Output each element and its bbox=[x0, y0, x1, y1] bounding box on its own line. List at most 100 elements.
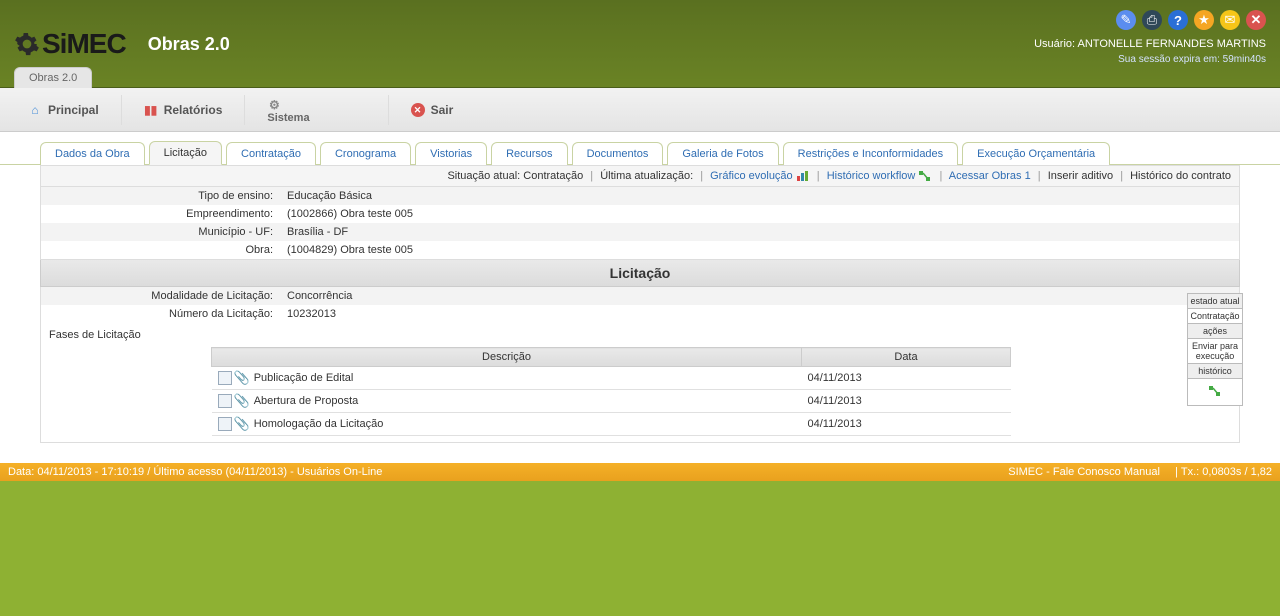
workflow-icon bbox=[918, 170, 932, 182]
footer-left: Data: 04/11/2013 - 17:10:19 / Último ace… bbox=[8, 466, 382, 478]
document-icon[interactable] bbox=[218, 417, 232, 431]
header-toolbar: ✎ ⎙ ? ★ ✉ ✕ bbox=[1034, 10, 1266, 30]
status-bar: Situação atual: Contratação | Última atu… bbox=[40, 165, 1240, 187]
tab-dados-da-obra[interactable]: Dados da Obra bbox=[40, 142, 145, 165]
user-name: ANTONELLE FERNANDES MARTINS bbox=[1078, 38, 1266, 50]
attachment-icon[interactable]: 📎 bbox=[234, 370, 250, 385]
side-estado-value: Contratação bbox=[1187, 308, 1243, 323]
side-estado-header: estado atual bbox=[1187, 293, 1243, 308]
table-row: 📎 Abertura de Proposta 04/11/2013 bbox=[212, 390, 1011, 413]
tab-documentos[interactable]: Documentos bbox=[572, 142, 664, 165]
logo-text: SiMEC bbox=[42, 28, 126, 60]
menu-principal[interactable]: ⌂ Principal bbox=[10, 88, 117, 131]
tab-execu-o-or-ament-ria[interactable]: Execução Orçamentária bbox=[962, 142, 1110, 165]
fases-table: Descrição Data 📎 Publicação de Edital 04/1… bbox=[211, 347, 1011, 436]
gear-icon bbox=[14, 31, 40, 57]
attachment-icon[interactable]: 📎 bbox=[234, 416, 250, 431]
workflow-small-icon bbox=[1208, 385, 1222, 397]
empreendimento-value: (1002866) Obra teste 005 bbox=[281, 205, 1239, 223]
footer-fale-link[interactable]: Fale Conosco bbox=[1053, 466, 1121, 478]
empreendimento-label: Empreendimento: bbox=[41, 205, 281, 223]
table-row: 📎 Publicação de Edital 04/11/2013 bbox=[212, 367, 1011, 390]
fase-data: 04/11/2013 bbox=[802, 367, 1011, 390]
numero-label: Número da Licitação: bbox=[41, 305, 281, 323]
col-descricao: Descrição bbox=[212, 348, 802, 367]
tab-recursos[interactable]: Recursos bbox=[491, 142, 567, 165]
footer-right: SIMEC - Fale Conosco Manual | Tx.: 0,080… bbox=[1008, 466, 1272, 478]
fase-descricao: 📎 Homologação da Licitação bbox=[212, 413, 802, 436]
section-title: Licitação bbox=[40, 260, 1240, 287]
side-acoes-header: ações bbox=[1187, 323, 1243, 338]
bar-chart-icon bbox=[796, 170, 810, 182]
tab-galeria-de-fotos[interactable]: Galeria de Fotos bbox=[667, 142, 778, 165]
print-icon[interactable]: ⎙ bbox=[1142, 10, 1162, 30]
fase-text: Homologação da Licitação bbox=[254, 418, 384, 430]
document-icon[interactable] bbox=[218, 394, 232, 408]
menu-sistema[interactable]: ⚙ Sistema bbox=[249, 88, 327, 131]
modalidade-label: Modalidade de Licitação: bbox=[41, 287, 281, 305]
inner-tabs: Dados da ObraLicitaçãoContrataçãoCronogr… bbox=[0, 140, 1280, 165]
fase-text: Abertura de Proposta bbox=[254, 395, 359, 407]
grafico-evolucao-link[interactable]: Gráfico evolução bbox=[710, 170, 793, 182]
menu-principal-label: Principal bbox=[48, 103, 99, 117]
situacao-label: Situação atual: bbox=[447, 170, 520, 182]
fase-data: 04/11/2013 bbox=[802, 390, 1011, 413]
tab-vistorias[interactable]: Vistorias bbox=[415, 142, 487, 165]
fase-text: Publicação de Edital bbox=[254, 372, 354, 384]
numero-value: 10232013 bbox=[281, 305, 1239, 323]
modalidade-value: Concorrência bbox=[281, 287, 1239, 305]
chart-icon: ▮▮ bbox=[144, 103, 158, 117]
workflow-panel: estado atual Contratação ações Enviar pa… bbox=[1187, 293, 1243, 406]
help-icon[interactable]: ? bbox=[1168, 10, 1188, 30]
municipio-value: Brasília - DF bbox=[281, 223, 1239, 241]
inserir-aditivo[interactable]: Inserir aditivo bbox=[1048, 170, 1113, 182]
user-prefix: Usuário: bbox=[1034, 38, 1075, 50]
breadcrumb-tab[interactable]: Obras 2.0 bbox=[14, 67, 92, 88]
tab-restri-es-e-inconformidades[interactable]: Restrições e Inconformidades bbox=[783, 142, 959, 165]
obra-info: Tipo de ensino: Educação Básica Empreend… bbox=[40, 187, 1240, 260]
historico-contrato[interactable]: Histórico do contrato bbox=[1130, 170, 1231, 182]
menu-sistema-label: Sistema bbox=[267, 112, 309, 125]
side-enviar-button[interactable]: Enviar para execução bbox=[1187, 338, 1243, 363]
tipo-ensino-value: Educação Básica bbox=[281, 187, 1239, 205]
user-info: Usuário: ANTONELLE FERNANDES MARTINS bbox=[1034, 38, 1266, 50]
favorite-icon[interactable]: ★ bbox=[1194, 10, 1214, 30]
footer-manual-link[interactable]: Manual bbox=[1124, 466, 1160, 478]
ultima-atualizacao-label: Última atualização: bbox=[600, 170, 693, 182]
situacao-value: Contratação bbox=[523, 170, 583, 182]
acessar-obras-link[interactable]: Acessar Obras 1 bbox=[949, 170, 1031, 182]
home-icon: ⌂ bbox=[28, 103, 42, 117]
tab-cronograma[interactable]: Cronograma bbox=[320, 142, 411, 165]
obra-label: Obra: bbox=[41, 241, 281, 259]
col-data: Data bbox=[802, 348, 1011, 367]
menu-relatorios-label: Relatórios bbox=[164, 103, 223, 117]
side-historico-header: histórico bbox=[1187, 363, 1243, 378]
app-name: Obras 2.0 bbox=[148, 34, 230, 55]
logo: SiMEC bbox=[14, 28, 126, 60]
menu-sair[interactable]: ✕ Sair bbox=[393, 88, 472, 131]
document-icon[interactable] bbox=[218, 371, 232, 385]
menu-relatorios[interactable]: ▮▮ Relatórios bbox=[126, 88, 241, 131]
fase-descricao: 📎 Abertura de Proposta bbox=[212, 390, 802, 413]
session-expiry: Sua sessão expira em: 59min40s bbox=[1034, 54, 1266, 65]
exit-icon: ✕ bbox=[411, 103, 425, 117]
close-icon[interactable]: ✕ bbox=[1246, 10, 1266, 30]
historico-workflow-link[interactable]: Histórico workflow bbox=[827, 170, 916, 182]
obra-value: (1004829) Obra teste 005 bbox=[281, 241, 1239, 259]
side-historico-button[interactable] bbox=[1187, 378, 1243, 406]
footer-tx: | Tx.: 0,0803s / 1,82 bbox=[1175, 466, 1272, 478]
fase-descricao: 📎 Publicação de Edital bbox=[212, 367, 802, 390]
footer-simec-link[interactable]: SIMEC bbox=[1008, 466, 1043, 478]
tab-licita-o[interactable]: Licitação bbox=[149, 141, 222, 165]
footer: Data: 04/11/2013 - 17:10:19 / Último ace… bbox=[0, 463, 1280, 481]
attachment-icon[interactable]: 📎 bbox=[234, 393, 250, 408]
licitacao-block: estado atual Contratação ações Enviar pa… bbox=[40, 287, 1240, 443]
fase-data: 04/11/2013 bbox=[802, 413, 1011, 436]
edit-icon[interactable]: ✎ bbox=[1116, 10, 1136, 30]
fases-label: Fases de Licitação bbox=[41, 323, 1239, 347]
mail-icon[interactable]: ✉ bbox=[1220, 10, 1240, 30]
tab-contrata-o[interactable]: Contratação bbox=[226, 142, 316, 165]
app-header: SiMEC Obras 2.0 ✎ ⎙ ? ★ ✉ ✕ Usuário: ANT… bbox=[0, 0, 1280, 88]
content-area: Dados da ObraLicitaçãoContrataçãoCronogr… bbox=[0, 132, 1280, 463]
gear-small-icon: ⚙ bbox=[267, 98, 281, 112]
